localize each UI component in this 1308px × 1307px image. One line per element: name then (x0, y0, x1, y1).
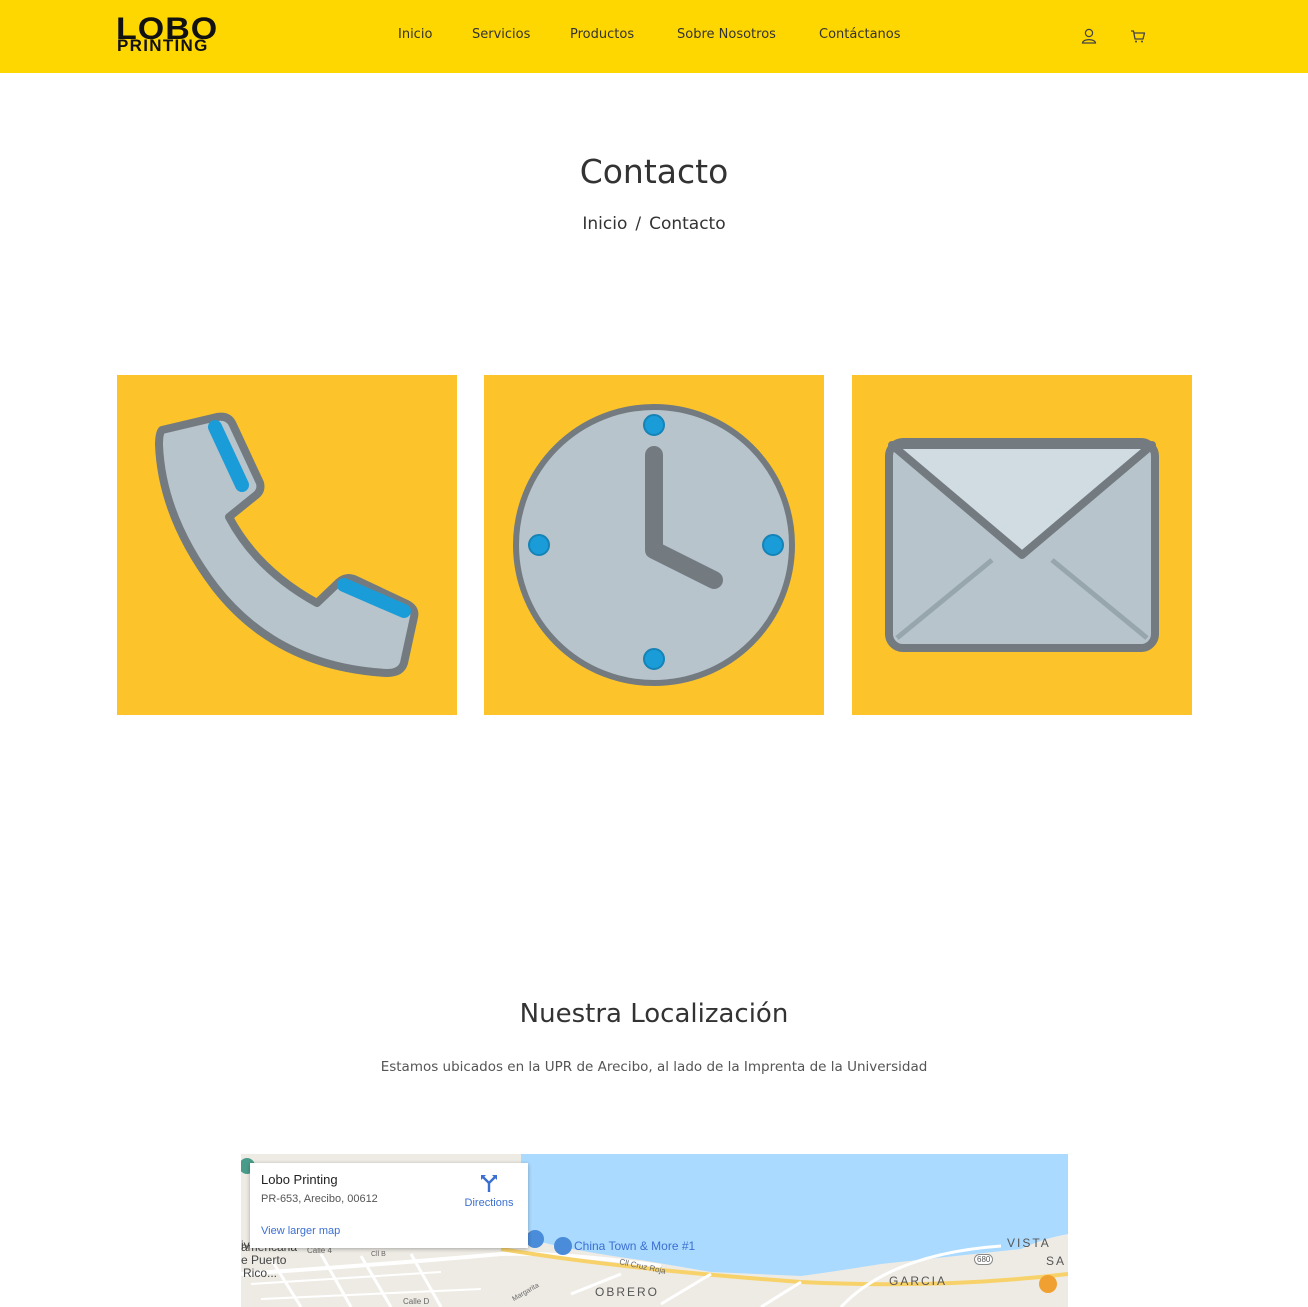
phone-icon (155, 412, 419, 677)
cart-icon[interactable] (1129, 27, 1147, 45)
breadcrumb-separator: / (635, 214, 642, 234)
directions-button[interactable]: Directions (454, 1173, 524, 1213)
map-label-calle-b: Cll B (371, 1251, 386, 1258)
envelope-icon (885, 438, 1159, 652)
view-larger-map-link[interactable]: View larger map (261, 1225, 340, 1237)
nav-contactanos[interactable]: Contáctanos (819, 27, 901, 42)
site-header: LOBO PRINTING Inicio Servicios Productos… (0, 0, 1308, 73)
map-label-calle-d: Calle D (403, 1297, 430, 1306)
main-nav: Inicio Servicios Productos Sobre Nosotro… (0, 27, 1308, 47)
section-title: Nuestra Localización (519, 999, 789, 1029)
clock-icon (513, 404, 795, 686)
user-icon[interactable] (1080, 27, 1098, 45)
nav-sobre-nosotros[interactable]: Sobre Nosotros (677, 27, 776, 42)
breadcrumb: Inicio / Contacto (0, 214, 1308, 234)
map-label-obrero: OBRERO (595, 1285, 660, 1299)
map-place-name: Lobo Printing (261, 1172, 338, 1187)
map-label-garcia: GARCIA (889, 1274, 948, 1288)
nav-servicios[interactable]: Servicios (472, 27, 530, 42)
map-label-rico: Rico... (243, 1266, 278, 1280)
nav-inicio[interactable]: Inicio (398, 27, 432, 42)
map-info-card: Lobo Printing PR-653, Arecibo, 00612 Vie… (250, 1163, 528, 1248)
nav-productos[interactable]: Productos (570, 27, 634, 42)
map-label-puerto: e Puerto (241, 1253, 287, 1267)
page-title: Contacto (579, 152, 729, 191)
map-label-sa: SA (1046, 1254, 1067, 1268)
map-place-address: PR-653, Arecibo, 00612 (261, 1193, 378, 1205)
clock-card (484, 375, 824, 715)
map-label-china-town[interactable]: China Town & More #1 (574, 1239, 695, 1253)
map-label-route-680: 680 (974, 1254, 994, 1265)
breadcrumb-inicio[interactable]: Inicio (582, 214, 627, 234)
section-description: Estamos ubicados en la UPR de Arecibo, a… (380, 1059, 928, 1075)
location-map[interactable]: China Town & More #1 OBRERO GARCIA VISTA… (241, 1154, 1068, 1307)
map-label-vista: VISTA (1007, 1236, 1051, 1250)
directions-label: Directions (464, 1197, 514, 1209)
directions-icon (481, 1175, 497, 1192)
breadcrumb-current: Contacto (649, 214, 726, 234)
email-card (852, 375, 1192, 715)
phone-card (117, 375, 457, 715)
